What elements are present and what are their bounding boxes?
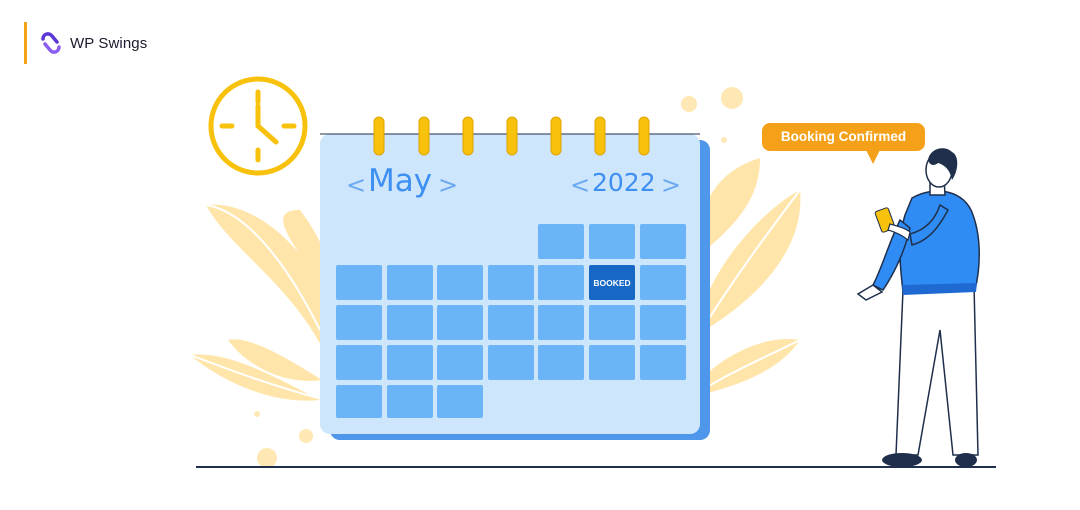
brand-logo: WP Swings	[24, 22, 147, 64]
wp-swings-s-mark-icon	[41, 32, 61, 54]
next-month-arrow[interactable]: >	[438, 171, 458, 199]
prev-year-arrow[interactable]: <	[570, 171, 590, 199]
brand-name: WP Swings	[70, 34, 148, 52]
logo-accent-bar	[24, 22, 27, 64]
left-leaves	[189, 204, 332, 401]
next-year-arrow[interactable]: >	[661, 171, 681, 199]
right-leaves	[700, 158, 801, 395]
prev-month-arrow[interactable]: <	[346, 171, 366, 199]
booked-label: BOOKED	[593, 278, 631, 288]
bubble-tail	[866, 150, 880, 164]
calendar-year: 2022	[592, 168, 656, 197]
booking-confirmed-bubble: Booking Confirmed	[762, 123, 925, 151]
person-illustration	[856, 148, 980, 467]
calendar-month: May	[368, 163, 433, 199]
clock-icon	[208, 76, 308, 176]
booking-illustration: WP Swings < May > < 2022 > BOOKED Bookin…	[0, 0, 1080, 510]
